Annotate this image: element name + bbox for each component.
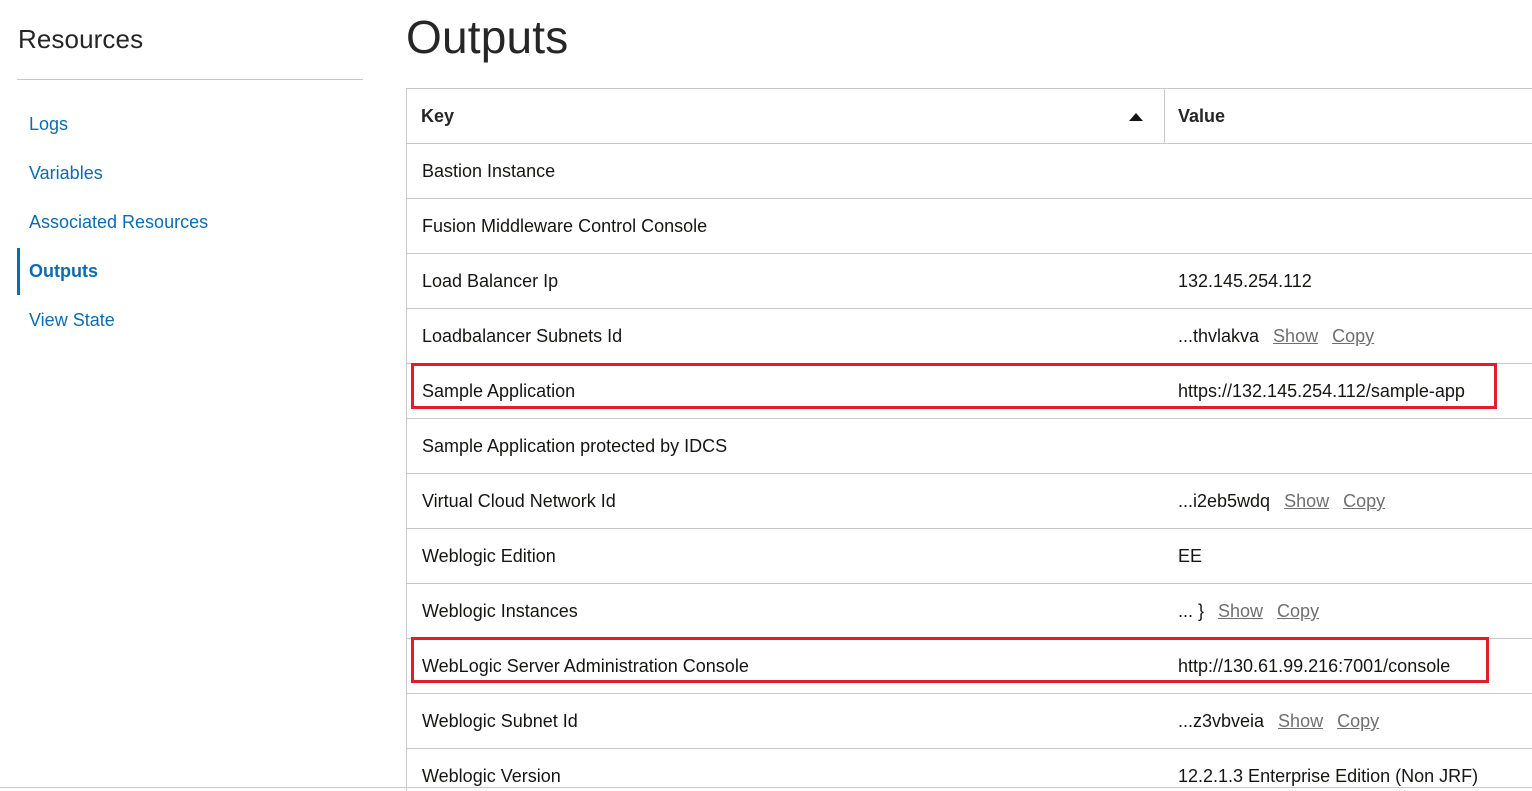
table-row: WebLogic Server Administration Console ht… [407,639,1532,694]
row-key: Loadbalancer Subnets Id [422,326,623,346]
show-link[interactable]: Show [1278,711,1323,731]
row-value-text: 12.2.1.3 Enterprise Edition (Non JRF) [1178,766,1479,786]
sidebar-item-view-state[interactable]: View State [17,296,363,345]
table-header: Key Value [407,89,1532,144]
row-key: Virtual Cloud Network Id [422,491,616,511]
table-row: Weblogic Instances ... } Show Copy [407,584,1532,639]
table-row: Weblogic Subnet Id ...z3vbveia Show Copy [407,694,1532,749]
row-key: Sample Application protected by IDCS [422,436,728,456]
copy-link[interactable]: Copy [1277,601,1319,621]
row-value-text: 132.145.254.112 [1178,271,1312,291]
outputs-table: Key Value Bastion Instance Fusion Middlew… [406,88,1532,791]
table-row: Load Balancer Ip 132.145.254.112 [407,254,1532,309]
column-header-key[interactable]: Key [421,89,454,143]
row-value: ...z3vbveia Show Copy [1178,694,1379,748]
table-body: Bastion Instance Fusion Middleware Contro… [407,144,1532,791]
column-divider[interactable] [1164,89,1165,143]
table-row: Loadbalancer Subnets Id ...thvlakva Show Co… [407,309,1532,364]
copy-link[interactable]: Copy [1337,711,1379,731]
row-key: Load Balancer Ip [422,271,559,291]
row-key: Weblogic Subnet Id [422,711,578,731]
row-value: ... } Show Copy [1178,584,1319,638]
show-link[interactable]: Show [1218,601,1263,621]
row-value-text: https://132.145.254.112/sample-app [1178,381,1465,401]
row-value-text: http://130.61.99.216:7001/console [1178,656,1451,676]
row-key: WebLogic Server Administration Console [422,656,749,676]
column-header-value[interactable]: Value [1178,89,1225,143]
row-value-text: ...i2eb5wdq [1178,491,1271,511]
sort-ascending-icon[interactable] [1129,113,1143,121]
page: Resources Logs Variables Associated Reso… [0,0,1532,791]
row-value: https://132.145.254.112/sample-app [1178,364,1465,418]
table-row: Sample Application protected by IDCS [407,419,1532,474]
row-value: EE [1178,529,1202,583]
table-row: Weblogic Version 12.2.1.3 Enterprise Edit… [407,749,1532,791]
copy-link[interactable]: Copy [1332,326,1374,346]
row-value: ...thvlakva Show Copy [1178,309,1374,363]
row-value-text: EE [1178,546,1203,566]
table-row: Fusion Middleware Control Console [407,199,1532,254]
row-key: Fusion Middleware Control Console [422,216,708,236]
resources-sidebar: Resources Logs Variables Associated Reso… [0,0,380,791]
row-value: 12.2.1.3 Enterprise Edition (Non JRF) [1178,749,1478,791]
sidebar-item-outputs[interactable]: Outputs [17,247,363,296]
row-key: Sample Application [422,381,576,401]
sidebar-nav: Logs Variables Associated Resources Outp… [17,100,363,345]
sidebar-item-logs[interactable]: Logs [17,100,363,149]
row-value: http://130.61.99.216:7001/console [1178,639,1450,693]
table-row: Sample Application https://132.145.254.11… [407,364,1532,419]
show-link[interactable]: Show [1273,326,1318,346]
table-row: Weblogic Edition EE [407,529,1532,584]
sidebar-divider [17,79,363,80]
table-row: Bastion Instance [407,144,1532,199]
page-title: Outputs [406,11,569,63]
row-value: 132.145.254.112 [1178,254,1312,308]
sidebar-title: Resources [18,24,144,54]
bottom-divider [0,787,1532,788]
row-key: Weblogic Version [422,766,561,786]
row-value: ...i2eb5wdq Show Copy [1178,474,1385,528]
row-value-text: ... } [1178,601,1205,621]
copy-link[interactable]: Copy [1343,491,1385,511]
row-key: Weblogic Edition [422,546,556,566]
row-key: Bastion Instance [422,161,556,181]
table-row: Virtual Cloud Network Id ...i2eb5wdq Show C… [407,474,1532,529]
row-value-text: ...thvlakva [1178,326,1260,346]
sidebar-item-associated-resources[interactable]: Associated Resources [17,198,363,247]
row-key: Weblogic Instances [422,601,578,621]
row-value-text: ...z3vbveia [1178,711,1265,731]
sidebar-item-variables[interactable]: Variables [17,149,363,198]
show-link[interactable]: Show [1284,491,1329,511]
